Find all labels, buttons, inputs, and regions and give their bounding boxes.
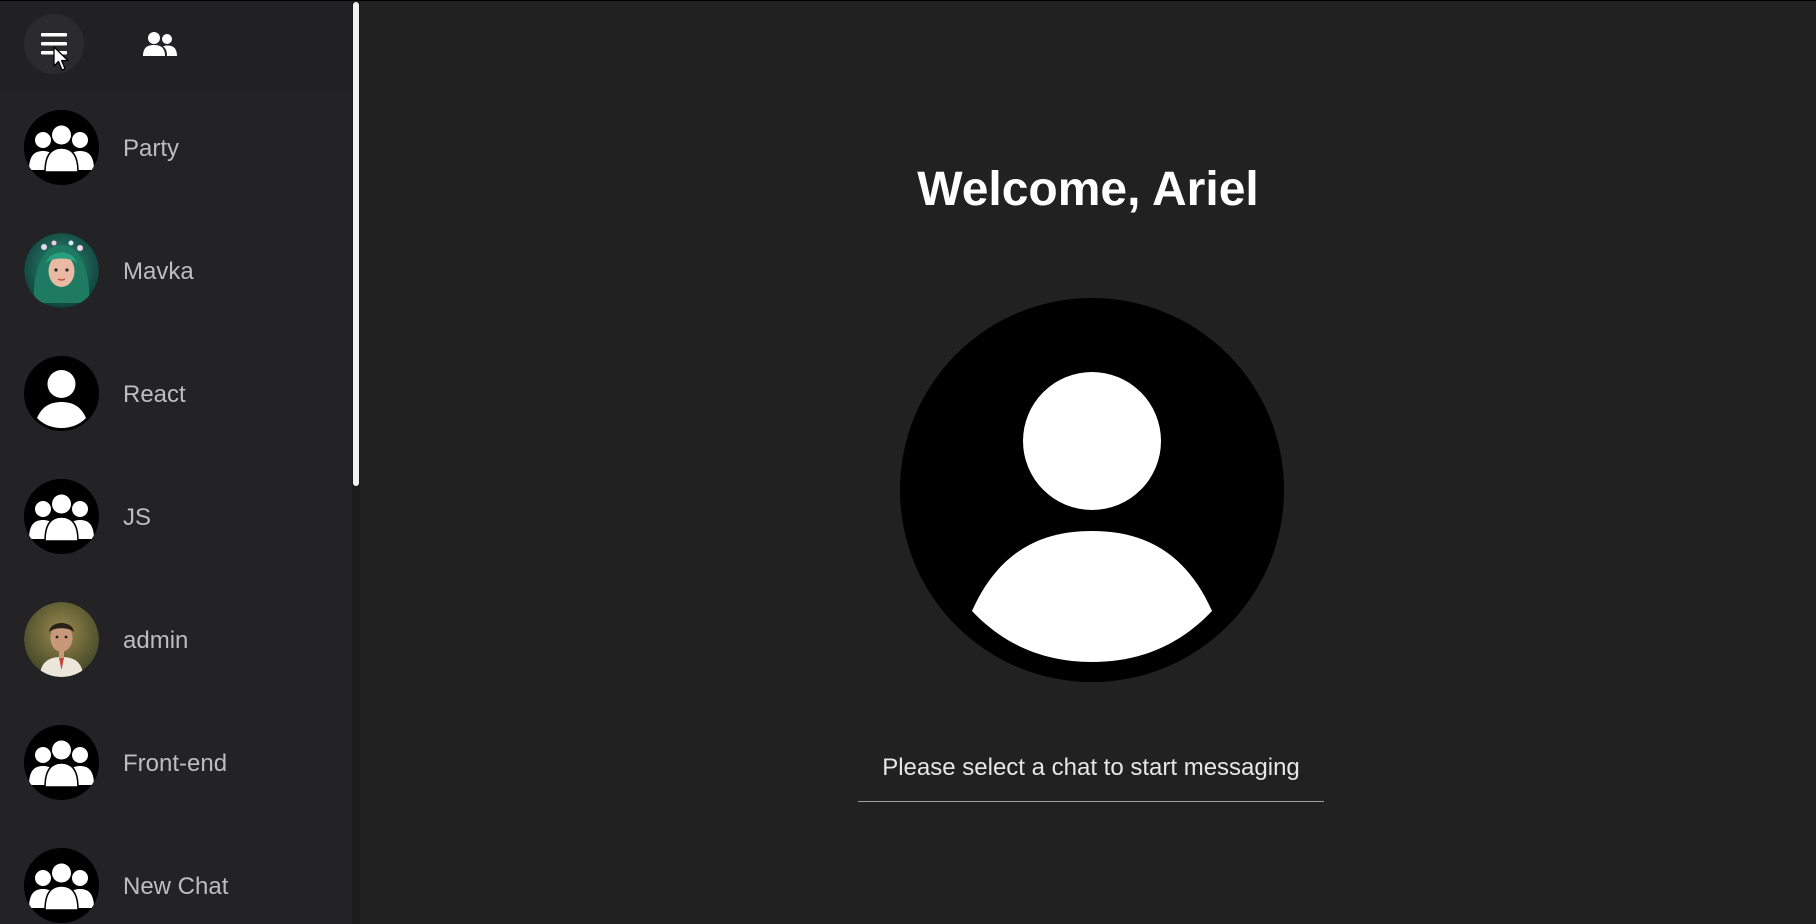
contacts-button[interactable] [136,20,184,68]
chat-list-item[interactable]: New Chat [0,831,352,924]
group-avatar-icon [24,848,99,923]
main-panel: Welcome, Ariel Please select a chat to s… [360,2,1816,924]
chat-name: Mavka [123,258,194,285]
default-user-avatar-icon [900,298,1284,682]
user-avatar-icon [24,356,99,431]
chat-name: Party [123,135,180,162]
chat-list-item[interactable]: Front-end [0,708,352,831]
menu-button[interactable] [24,14,84,74]
sidebar-scrollbar[interactable] [352,2,360,924]
chat-name: admin [123,627,189,654]
sidebar: Party Mavka React JS admin Front-end New Chat [0,2,360,924]
chat-list-item[interactable]: React [0,339,352,462]
chat-list-item[interactable]: Mavka [0,216,352,339]
chat-list-item[interactable]: admin [0,585,352,708]
welcome-title: Welcome, Ariel [917,163,1259,216]
chat-list-item[interactable]: JS [0,462,352,585]
chat-list-item[interactable]: Party [0,93,352,216]
chat-name: Front-end [123,750,228,777]
users-icon [143,32,177,56]
group-avatar-icon [24,110,99,185]
scrollbar-thumb[interactable] [353,2,359,486]
chat-name: New Chat [123,873,229,900]
chat-name: JS [123,504,152,531]
chat-list: Party Mavka React JS admin Front-end New Chat [0,93,352,924]
group-avatar-icon [24,725,99,800]
sidebar-header [0,2,352,90]
chat-name: React [123,381,186,408]
chat-avatar-image [24,602,99,677]
select-chat-prompt: Please select a chat to start messaging [858,752,1324,802]
chat-app: Party Mavka React JS admin Front-end New Chat … [0,0,1816,924]
chat-avatar-image [24,233,99,308]
hamburger-menu-icon [41,33,67,55]
group-avatar-icon [24,479,99,554]
